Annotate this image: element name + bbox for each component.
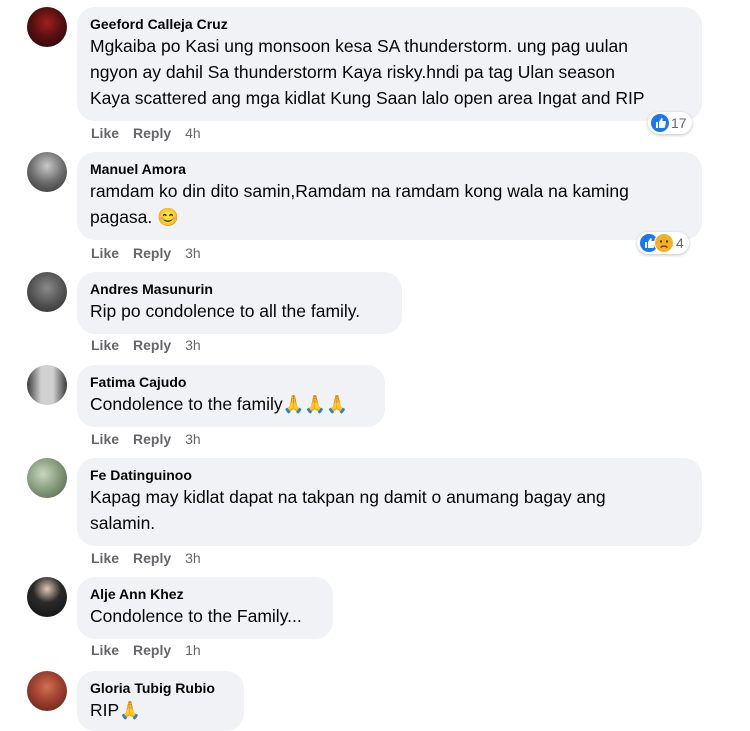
comment-timestamp[interactable]: 3h xyxy=(185,245,201,261)
comment-text: Condolence to the family🙏🙏🙏 xyxy=(90,394,348,414)
comment-author[interactable]: Fatima Cajudo xyxy=(90,373,372,391)
like-button[interactable]: Like xyxy=(91,550,119,566)
reaction-count-label: 4 xyxy=(676,235,684,251)
comment-timestamp[interactable]: 3h xyxy=(185,337,201,353)
comment-text: Rip po condolence to all the family. xyxy=(90,301,361,321)
comment-author[interactable]: Andres Masunurin xyxy=(90,280,389,298)
comment-author[interactable]: Fe Datinguinoo xyxy=(90,466,689,484)
comment-timestamp[interactable]: 1h xyxy=(185,642,201,658)
comment-text: RIP🙏 xyxy=(90,700,141,720)
comment-timestamp[interactable]: 4h xyxy=(185,125,201,141)
avatar[interactable] xyxy=(27,365,67,405)
reaction-count[interactable]: 4 xyxy=(637,232,689,254)
avatar[interactable] xyxy=(27,272,67,312)
comment-author[interactable]: Alje Ann Khez xyxy=(90,585,320,603)
comment-timestamp[interactable]: 3h xyxy=(185,550,201,566)
avatar[interactable] xyxy=(27,152,67,192)
like-button[interactable]: Like xyxy=(91,431,119,447)
sad-reaction-icon xyxy=(654,233,674,253)
avatar[interactable] xyxy=(27,458,67,498)
reply-button[interactable]: Reply xyxy=(133,245,171,261)
comment-bubble: Gloria Tubig Rubio RIP🙏 xyxy=(77,671,244,731)
comment-bubble: Geeford Calleja Cruz Mgkaiba po Kasi ung… xyxy=(77,7,702,121)
reply-button[interactable]: Reply xyxy=(133,550,171,566)
like-button[interactable]: Like xyxy=(91,125,119,141)
comment-text: Condolence to the Family... xyxy=(90,606,302,626)
comment-bubble: Manuel Amora ramdam ko din dito samin,Ra… xyxy=(77,152,702,240)
reply-button[interactable]: Reply xyxy=(133,642,171,658)
like-button[interactable]: Like xyxy=(91,337,119,353)
avatar[interactable] xyxy=(27,577,67,617)
comment-author[interactable]: Manuel Amora xyxy=(90,160,689,178)
reaction-count[interactable]: 17 xyxy=(648,112,692,134)
comment-actions: Like Reply 3h xyxy=(91,550,201,566)
comment-timestamp[interactable]: 3h xyxy=(185,431,201,447)
comment-actions: Like Reply 4h xyxy=(91,125,201,141)
like-reaction-icon xyxy=(651,114,669,132)
avatar[interactable] xyxy=(27,671,67,711)
comment-author[interactable]: Gloria Tubig Rubio xyxy=(90,679,231,697)
comment-actions: Like Reply 3h xyxy=(91,337,201,353)
comment-actions: Like Reply 1h xyxy=(91,642,201,658)
comment-text: ramdam ko din dito samin,Ramdam na ramda… xyxy=(90,181,629,227)
comment-bubble: Andres Masunurin Rip po condolence to al… xyxy=(77,272,402,334)
comment-text: Mgkaiba po Kasi ung monsoon kesa SA thun… xyxy=(90,36,645,108)
comment-actions: Like Reply 3h xyxy=(91,245,201,261)
like-button[interactable]: Like xyxy=(91,642,119,658)
comment-author[interactable]: Geeford Calleja Cruz xyxy=(90,15,689,33)
avatar[interactable] xyxy=(27,7,67,47)
comment-text: Kapag may kidlat dapat na takpan ng dami… xyxy=(90,487,606,533)
reply-button[interactable]: Reply xyxy=(133,431,171,447)
like-button[interactable]: Like xyxy=(91,245,119,261)
reaction-count-label: 17 xyxy=(671,115,687,131)
comment-bubble: Alje Ann Khez Condolence to the Family..… xyxy=(77,577,333,639)
comment-bubble: Fatima Cajudo Condolence to the family🙏🙏… xyxy=(77,365,385,427)
comment-actions: Like Reply 3h xyxy=(91,431,201,447)
reply-button[interactable]: Reply xyxy=(133,337,171,353)
reply-button[interactable]: Reply xyxy=(133,125,171,141)
comment-bubble: Fe Datinguinoo Kapag may kidlat dapat na… xyxy=(77,458,702,546)
